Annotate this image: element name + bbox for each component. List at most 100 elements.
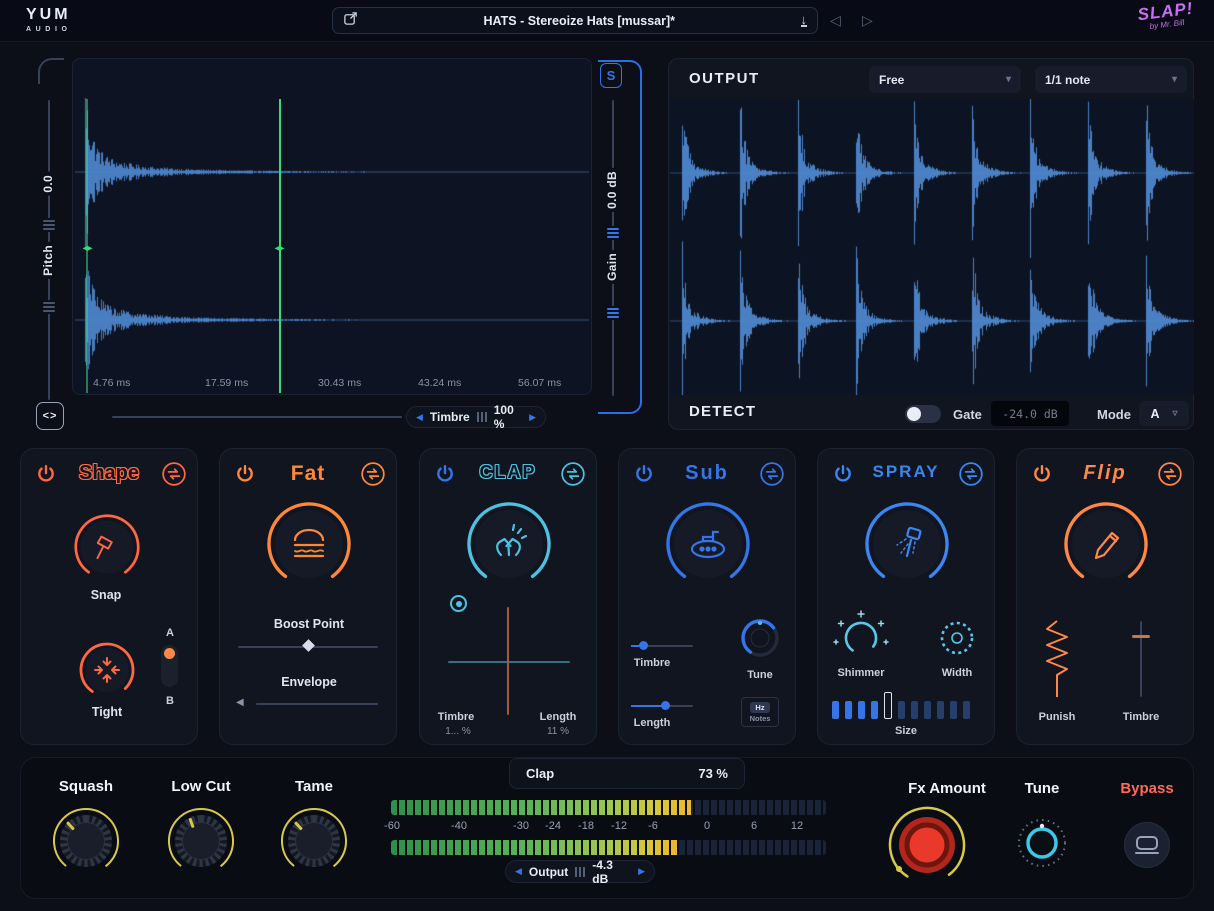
pitch-slider-handle[interactable] <box>43 218 55 232</box>
meter-source-select[interactable]: Clap 73 % <box>509 758 745 789</box>
spray-amount-knob[interactable] <box>862 499 952 589</box>
increment-icon[interactable]: ▶ <box>529 412 536 423</box>
sub-length-thumb[interactable] <box>661 701 670 710</box>
unit-notes[interactable]: Notes <box>750 714 771 723</box>
spray-width-knob[interactable] <box>928 609 986 667</box>
sub-tune-knob[interactable] <box>737 615 783 661</box>
zoom-fit-button[interactable]: <> <box>36 402 64 430</box>
sub-amount-knob[interactable] <box>663 499 753 589</box>
gain-slider-handle[interactable] <box>607 226 619 240</box>
grip-icon[interactable] <box>477 412 487 422</box>
gate-toggle[interactable] <box>905 405 941 423</box>
meter-source-value: 73 % <box>698 766 728 781</box>
flip-timbre-thumb[interactable] <box>1132 635 1150 638</box>
prev-preset-button[interactable]: ◁ <box>830 12 841 29</box>
sub-ab-compare-icon[interactable] <box>757 459 787 489</box>
size-bar[interactable] <box>884 692 892 719</box>
scale-label: -60 <box>384 820 400 832</box>
pitch-slider-handle2[interactable] <box>43 300 55 314</box>
fat-power-button[interactable] <box>230 459 260 489</box>
sub-power-button[interactable] <box>629 459 659 489</box>
clap-ab-compare-icon[interactable] <box>558 459 588 489</box>
mode-select[interactable]: A ▿ <box>1139 401 1189 426</box>
shape-ab-a-label: A <box>161 627 179 639</box>
preset-bar[interactable]: HATS - Stereoize Hats [mussar]* ↓ <box>332 7 818 34</box>
clap-xy-x-axis[interactable] <box>448 661 570 663</box>
gain-slider-track[interactable] <box>612 100 614 396</box>
shape-ab-switch[interactable] <box>161 645 178 687</box>
fat-module: Fat Boost Point Envelope ◀ <box>219 448 397 745</box>
gate-value[interactable]: -24.0 dB <box>991 401 1069 426</box>
output-note-select[interactable]: 1/1 note ▾ <box>1035 66 1187 93</box>
spray-ab-compare-icon[interactable] <box>956 459 986 489</box>
sub-title: Sub <box>661 462 753 485</box>
time-ruler-label: 17.59 ms <box>205 377 248 389</box>
sub-timbre-thumb[interactable] <box>639 641 648 650</box>
fat-ab-compare-icon[interactable] <box>358 459 388 489</box>
shape-title: Shape <box>63 462 155 485</box>
fx-amount-knob[interactable] <box>885 803 969 887</box>
output-sync-select[interactable]: Free ▾ <box>869 66 1021 93</box>
size-bar[interactable] <box>871 701 878 719</box>
click-waveform-display[interactable] <box>75 98 589 394</box>
shape-snap-knob[interactable] <box>71 511 143 583</box>
envelope-arrow-icon[interactable]: ◀ <box>236 697 244 708</box>
size-bar[interactable] <box>911 701 918 719</box>
shape-tight-knob[interactable] <box>76 639 138 701</box>
decrement-icon[interactable]: ◀ <box>416 412 423 423</box>
spray-shimmer-knob[interactable] <box>832 609 890 667</box>
size-bar[interactable] <box>937 701 944 719</box>
size-bar[interactable] <box>950 701 957 719</box>
clap-xy-y-axis[interactable] <box>507 607 509 715</box>
click-timbre-control[interactable]: ◀ Timbre 100 % ▶ <box>406 406 546 428</box>
tame-knob[interactable] <box>279 806 349 876</box>
flip-timbre-slider[interactable] <box>1140 621 1142 697</box>
size-bar[interactable] <box>924 701 931 719</box>
flip-amount-knob[interactable] <box>1061 499 1151 589</box>
fat-amount-knob[interactable] <box>264 499 354 589</box>
grip-icon[interactable] <box>575 867 585 877</box>
next-preset-button[interactable]: ▷ <box>862 12 873 29</box>
unit-hz[interactable]: Hz <box>750 702 769 713</box>
output-waveform-display[interactable] <box>670 99 1194 395</box>
squash-knob[interactable] <box>51 806 121 876</box>
playhead-marker-handle[interactable]: ◂▸ <box>271 243 288 254</box>
size-bar[interactable] <box>963 701 970 719</box>
shape-ab-compare-icon[interactable] <box>159 459 189 489</box>
timbre-slider-track[interactable] <box>112 416 402 418</box>
clap-mode-radio[interactable] <box>450 595 467 612</box>
decrement-icon[interactable]: ◀ <box>515 866 522 877</box>
bypass-button[interactable] <box>1124 822 1170 868</box>
spray-size-bars[interactable] <box>832 689 984 719</box>
clap-title: CLAP <box>462 462 554 483</box>
output-gain-control[interactable]: ◀ Output -4.3 dB ▶ <box>505 860 655 883</box>
gain-slider-handle2[interactable] <box>607 306 619 320</box>
fat-envelope-slider[interactable] <box>256 703 378 705</box>
preset-name[interactable]: HATS - Stereoize Hats [mussar]* <box>366 14 793 28</box>
spray-size-label: Size <box>871 725 941 737</box>
flip-power-button[interactable] <box>1027 459 1057 489</box>
output-note-value: 1/1 note <box>1045 73 1166 87</box>
scale-label: -6 <box>648 820 658 832</box>
size-bar[interactable] <box>898 701 905 719</box>
flip-ab-compare-icon[interactable] <box>1155 459 1185 489</box>
sample-start-marker-handle[interactable]: ◂▸ <box>79 243 96 254</box>
clap-amount-knob[interactable] <box>464 499 554 589</box>
lowcut-knob[interactable] <box>166 806 236 876</box>
size-bar[interactable] <box>858 701 865 719</box>
size-bar[interactable] <box>845 701 852 719</box>
sub-timbre-label: Timbre <box>621 657 683 669</box>
increment-icon[interactable]: ▶ <box>638 866 645 877</box>
download-icon[interactable]: ↓ <box>801 14 808 27</box>
size-bar[interactable] <box>832 701 839 719</box>
boost-point-marker[interactable] <box>302 639 315 652</box>
scale-label: -30 <box>513 820 529 832</box>
spray-power-button[interactable] <box>828 459 858 489</box>
clap-power-button[interactable] <box>430 459 460 489</box>
flip-punish-slider[interactable] <box>1041 619 1073 699</box>
sub-unit-toggle[interactable]: Hz Notes <box>741 697 779 727</box>
share-icon[interactable] <box>343 11 358 31</box>
shape-power-button[interactable] <box>31 459 61 489</box>
tune-knob[interactable] <box>1013 814 1071 872</box>
solo-button[interactable]: S <box>600 63 622 88</box>
